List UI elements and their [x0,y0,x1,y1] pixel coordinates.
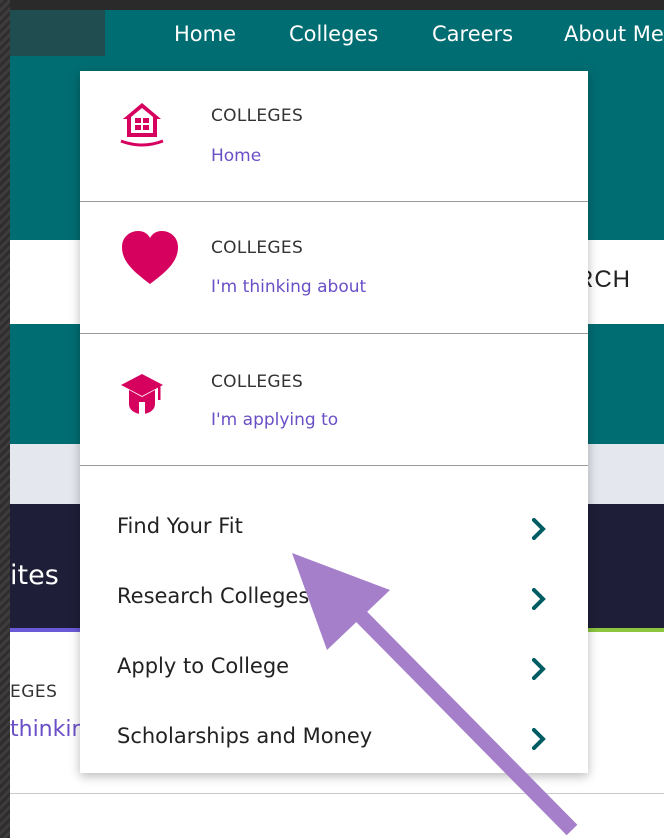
page-top-strip [10,0,664,10]
dropdown-link-applying-to[interactable]: I'm applying to [211,410,338,430]
chevron-right-icon [531,587,546,615]
window-left-edge [0,0,10,838]
header-logo-area [10,10,105,56]
chevron-right-icon [531,657,546,685]
nav-item-home[interactable]: Home [174,22,236,46]
dropdown-section-applying[interactable]: COLLEGES I'm applying to [80,334,588,466]
menu-item-label: Research Colleges [117,584,310,608]
dropdown-section-thinking[interactable]: COLLEGES I'm thinking about [80,202,588,334]
menu-item-label: Scholarships and Money [117,724,373,748]
chevron-right-icon [531,517,546,545]
menu-item-scholarships-and-money[interactable]: Scholarships and Money [80,706,588,776]
colleges-dropdown-menu: COLLEGES Home COLLEGES I'm thinking abou… [80,71,588,773]
chevron-right-icon [531,727,546,755]
menu-item-find-your-fit[interactable]: Find Your Fit [80,496,588,566]
card-eyebrow-fragment: EGES [10,682,58,702]
menu-item-apply-to-college[interactable]: Apply to College [80,636,588,706]
dropdown-eyebrow: COLLEGES [211,238,304,258]
nav-item-about-me[interactable]: About Me [564,22,664,46]
menu-item-label: Apply to College [117,654,290,678]
section-title-fragment: ites [10,560,59,591]
content-divider [10,793,664,794]
heart-icon [120,230,180,291]
dropdown-link-home[interactable]: Home [211,146,261,166]
dropdown-section-home[interactable]: COLLEGES Home [80,71,588,202]
dropdown-link-thinking-about[interactable]: I'm thinking about [211,277,366,297]
menu-item-research-colleges[interactable]: Research Colleges [80,566,588,636]
nav-item-colleges[interactable]: Colleges [289,22,378,46]
menu-item-label: Find Your Fit [117,514,243,538]
card-link-fragment[interactable]: thinkin [10,717,85,742]
nav-item-careers[interactable]: Careers [432,22,513,46]
graduation-cap-icon [120,372,164,421]
dropdown-eyebrow: COLLEGES [211,372,304,392]
house-icon [120,99,164,152]
dropdown-eyebrow: COLLEGES [211,106,304,126]
